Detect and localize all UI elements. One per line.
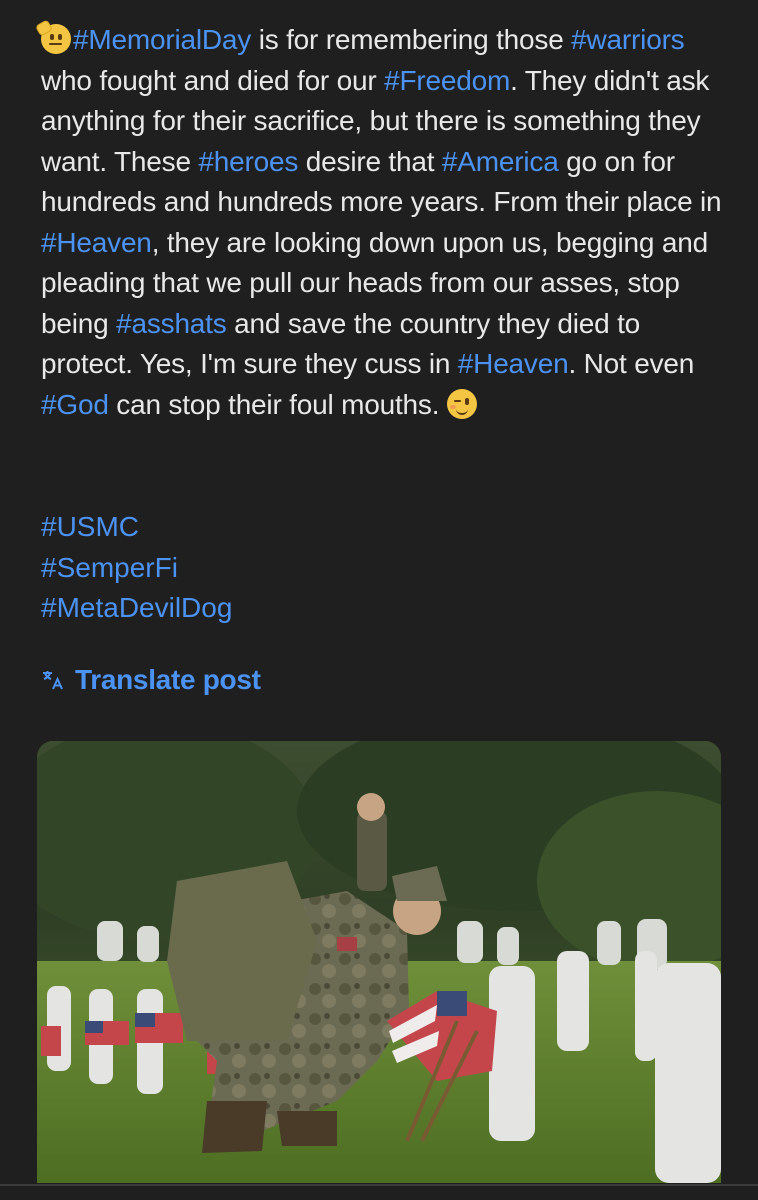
hashtag-link[interactable]: #MetaDevilDog: [41, 588, 232, 629]
translate-icon: [43, 671, 63, 690]
post-text-segment: who fought and died for our: [41, 64, 385, 96]
saluting-face-emoji: [34, 19, 71, 54]
hashtag-link[interactable]: #Freedom: [384, 65, 510, 96]
hashtag-link[interactable]: #Heaven: [458, 348, 569, 379]
hashtag-link[interactable]: #heroes: [198, 146, 298, 177]
hashtag-link[interactable]: #asshats: [116, 308, 227, 339]
translate-post-label: Translate post: [75, 664, 261, 695]
post-text-segment: is for remembering those: [251, 24, 572, 55]
translate-post-button[interactable]: Translate post: [41, 660, 261, 700]
post-text-segment: desire that: [298, 145, 442, 177]
hashtag-link[interactable]: #God: [41, 389, 109, 420]
hashtag-list: #USMC #SemperFi #MetaDevilDog: [41, 507, 232, 629]
hashtag-link[interactable]: #USMC: [41, 507, 232, 548]
post-text-segment: . Not even: [568, 348, 695, 379]
hashtag-link[interactable]: #Heaven: [41, 227, 152, 258]
hashtag-link[interactable]: #America: [442, 146, 559, 177]
hashtag-link[interactable]: #SemperFi: [41, 548, 232, 589]
hashtag-link[interactable]: #warriors: [571, 24, 685, 55]
post-body: #MemorialDay is for remembering those #w…: [34, 19, 731, 425]
soldier-placing-flags-photo: [37, 741, 721, 1183]
hashtag-link[interactable]: #MemorialDay: [73, 24, 251, 55]
post-text-segment: can stop their foul mouths.: [108, 388, 447, 420]
post-photo[interactable]: [37, 741, 721, 1183]
winking-face-emoji: [446, 388, 477, 419]
divider: [0, 1184, 758, 1186]
